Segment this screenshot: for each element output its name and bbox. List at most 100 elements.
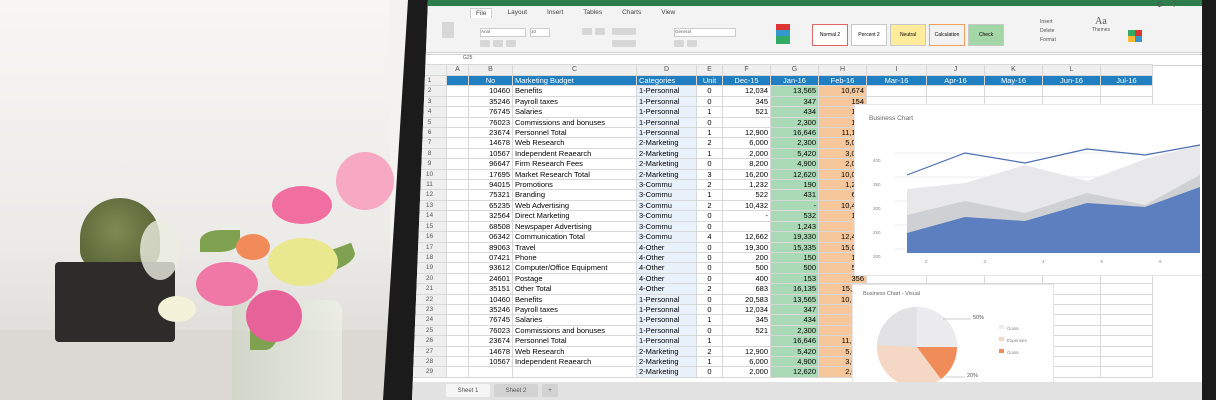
underline-icon[interactable] <box>506 40 516 47</box>
italic-icon[interactable] <box>493 40 503 47</box>
cell[interactable]: 89063 <box>468 241 513 253</box>
cell[interactable]: Newspaper Advertising <box>512 220 637 233</box>
cell[interactable] <box>468 366 513 378</box>
cell[interactable]: 19,300 <box>722 241 771 253</box>
cell[interactable]: 13,565 <box>770 293 819 305</box>
row-number[interactable]: 21 <box>412 283 447 295</box>
column-header[interactable]: G <box>770 64 819 76</box>
column-header[interactable]: D <box>636 64 697 76</box>
business-chart-visual[interactable]: Business Chart - Visual 50% 20% Goals Ex… <box>852 284 1054 396</box>
help-icon[interactable]: ? <box>1172 0 1176 9</box>
cell[interactable]: 13,565 <box>770 85 819 97</box>
cell[interactable]: 10460 <box>468 293 513 305</box>
cell[interactable] <box>1100 303 1153 316</box>
business-chart[interactable]: Business Chart 400 350 300 250 200 2 3 4… <box>854 104 1202 276</box>
cell[interactable]: 15,335 <box>770 241 819 253</box>
cell[interactable]: 1-Personnal <box>636 314 697 326</box>
cell[interactable]: 23674 <box>468 127 513 139</box>
cell[interactable]: Web Advertising <box>512 199 637 212</box>
cell[interactable] <box>984 85 1043 97</box>
cell[interactable]: 2,300 <box>770 116 819 129</box>
style-calculation[interactable]: Calculation <box>929 24 965 46</box>
cell[interactable]: 532 <box>770 210 819 222</box>
cell[interactable]: 431 <box>770 189 819 201</box>
cell[interactable]: Web Research <box>512 137 637 149</box>
column-header[interactable]: E <box>696 64 723 76</box>
header-cell[interactable]: Categories <box>636 74 697 87</box>
cell[interactable]: 14678 <box>468 345 513 357</box>
cell[interactable]: 16,646 <box>770 127 819 139</box>
row-number[interactable]: 24 <box>412 314 447 326</box>
cell[interactable]: 434 <box>770 314 819 326</box>
column-header[interactable]: F <box>722 64 771 76</box>
cell[interactable] <box>446 283 469 295</box>
cell[interactable]: 347 <box>770 95 819 108</box>
cell[interactable]: 3-Commu <box>636 189 697 201</box>
cell[interactable]: 14678 <box>468 137 513 149</box>
cell[interactable]: 0 <box>696 85 723 97</box>
cell[interactable]: 1-Personnal <box>636 127 697 139</box>
settings-icon[interactable]: ⚙ <box>1156 0 1163 9</box>
cell[interactable]: 2-Marketing <box>636 366 697 378</box>
column-header[interactable]: J <box>926 64 985 76</box>
cell[interactable] <box>446 303 469 316</box>
align-left-icon[interactable] <box>582 28 592 35</box>
cell[interactable] <box>446 158 469 170</box>
cell[interactable]: 68508 <box>468 220 513 233</box>
cell[interactable]: 10,432 <box>722 199 771 212</box>
cell[interactable]: 12,620 <box>770 168 819 181</box>
cell[interactable]: 12,034 <box>722 85 771 97</box>
percent-icon[interactable] <box>674 40 684 47</box>
cell[interactable] <box>1100 85 1153 97</box>
row-number[interactable]: 19 <box>412 262 447 274</box>
header-cell[interactable]: Jun-16 <box>1042 74 1101 87</box>
cell[interactable]: Web Research <box>512 345 637 357</box>
cell[interactable]: 5,420 <box>770 345 819 357</box>
cell[interactable]: 200 <box>722 251 771 264</box>
cell[interactable] <box>446 85 469 97</box>
cell[interactable]: 76023 <box>468 116 513 129</box>
cell[interactable]: 17695 <box>468 168 513 181</box>
cell[interactable]: Commissions and bonuses <box>512 116 637 129</box>
column-header[interactable]: C <box>512 64 637 76</box>
cell[interactable] <box>446 335 469 347</box>
font-name-select[interactable]: Arial <box>480 28 526 37</box>
cell[interactable]: Commissions and bonuses <box>512 324 637 337</box>
column-header[interactable]: K <box>984 64 1043 76</box>
themes-button[interactable]: Aa Themes <box>1088 16 1114 46</box>
cell[interactable]: 32564 <box>468 210 513 222</box>
cell[interactable]: 16,200 <box>722 168 771 181</box>
cell[interactable] <box>446 127 469 139</box>
column-header[interactable]: H <box>818 64 867 76</box>
row-number[interactable]: 29 <box>412 366 447 378</box>
cell[interactable] <box>446 199 469 212</box>
bold-icon[interactable] <box>480 40 490 47</box>
cell[interactable]: 2,300 <box>770 324 819 337</box>
cell[interactable]: 10567 <box>468 147 513 160</box>
column-header[interactable]: I <box>866 64 927 76</box>
cell[interactable]: 1 <box>696 127 723 139</box>
cell[interactable]: 522 <box>722 189 771 201</box>
cell[interactable]: 2 <box>696 137 723 149</box>
cell[interactable] <box>446 74 469 87</box>
cell[interactable] <box>1042 85 1101 97</box>
paste-icon[interactable] <box>442 22 454 38</box>
cell[interactable] <box>446 106 469 118</box>
cell[interactable]: 3-Commu <box>636 231 697 243</box>
cell[interactable]: 1-Personnal <box>636 85 697 97</box>
cell[interactable]: 4-Other <box>636 272 697 285</box>
cell[interactable] <box>446 95 469 108</box>
cell[interactable]: 76745 <box>468 314 513 326</box>
row-number[interactable]: 20 <box>412 272 447 285</box>
tab-layout[interactable]: Layout <box>502 8 532 18</box>
cell[interactable] <box>866 85 927 97</box>
cell[interactable]: 434 <box>770 106 819 118</box>
column-header[interactable]: L <box>1042 64 1101 76</box>
cell[interactable]: 16,646 <box>770 335 819 347</box>
cell[interactable]: 94015 <box>468 179 513 191</box>
cell[interactable]: 1 <box>696 314 723 326</box>
cell[interactable] <box>446 324 469 337</box>
cell[interactable]: Postage <box>512 272 637 285</box>
cell[interactable]: 3-Commu <box>636 210 697 222</box>
cell[interactable]: 6,000 <box>722 355 771 368</box>
